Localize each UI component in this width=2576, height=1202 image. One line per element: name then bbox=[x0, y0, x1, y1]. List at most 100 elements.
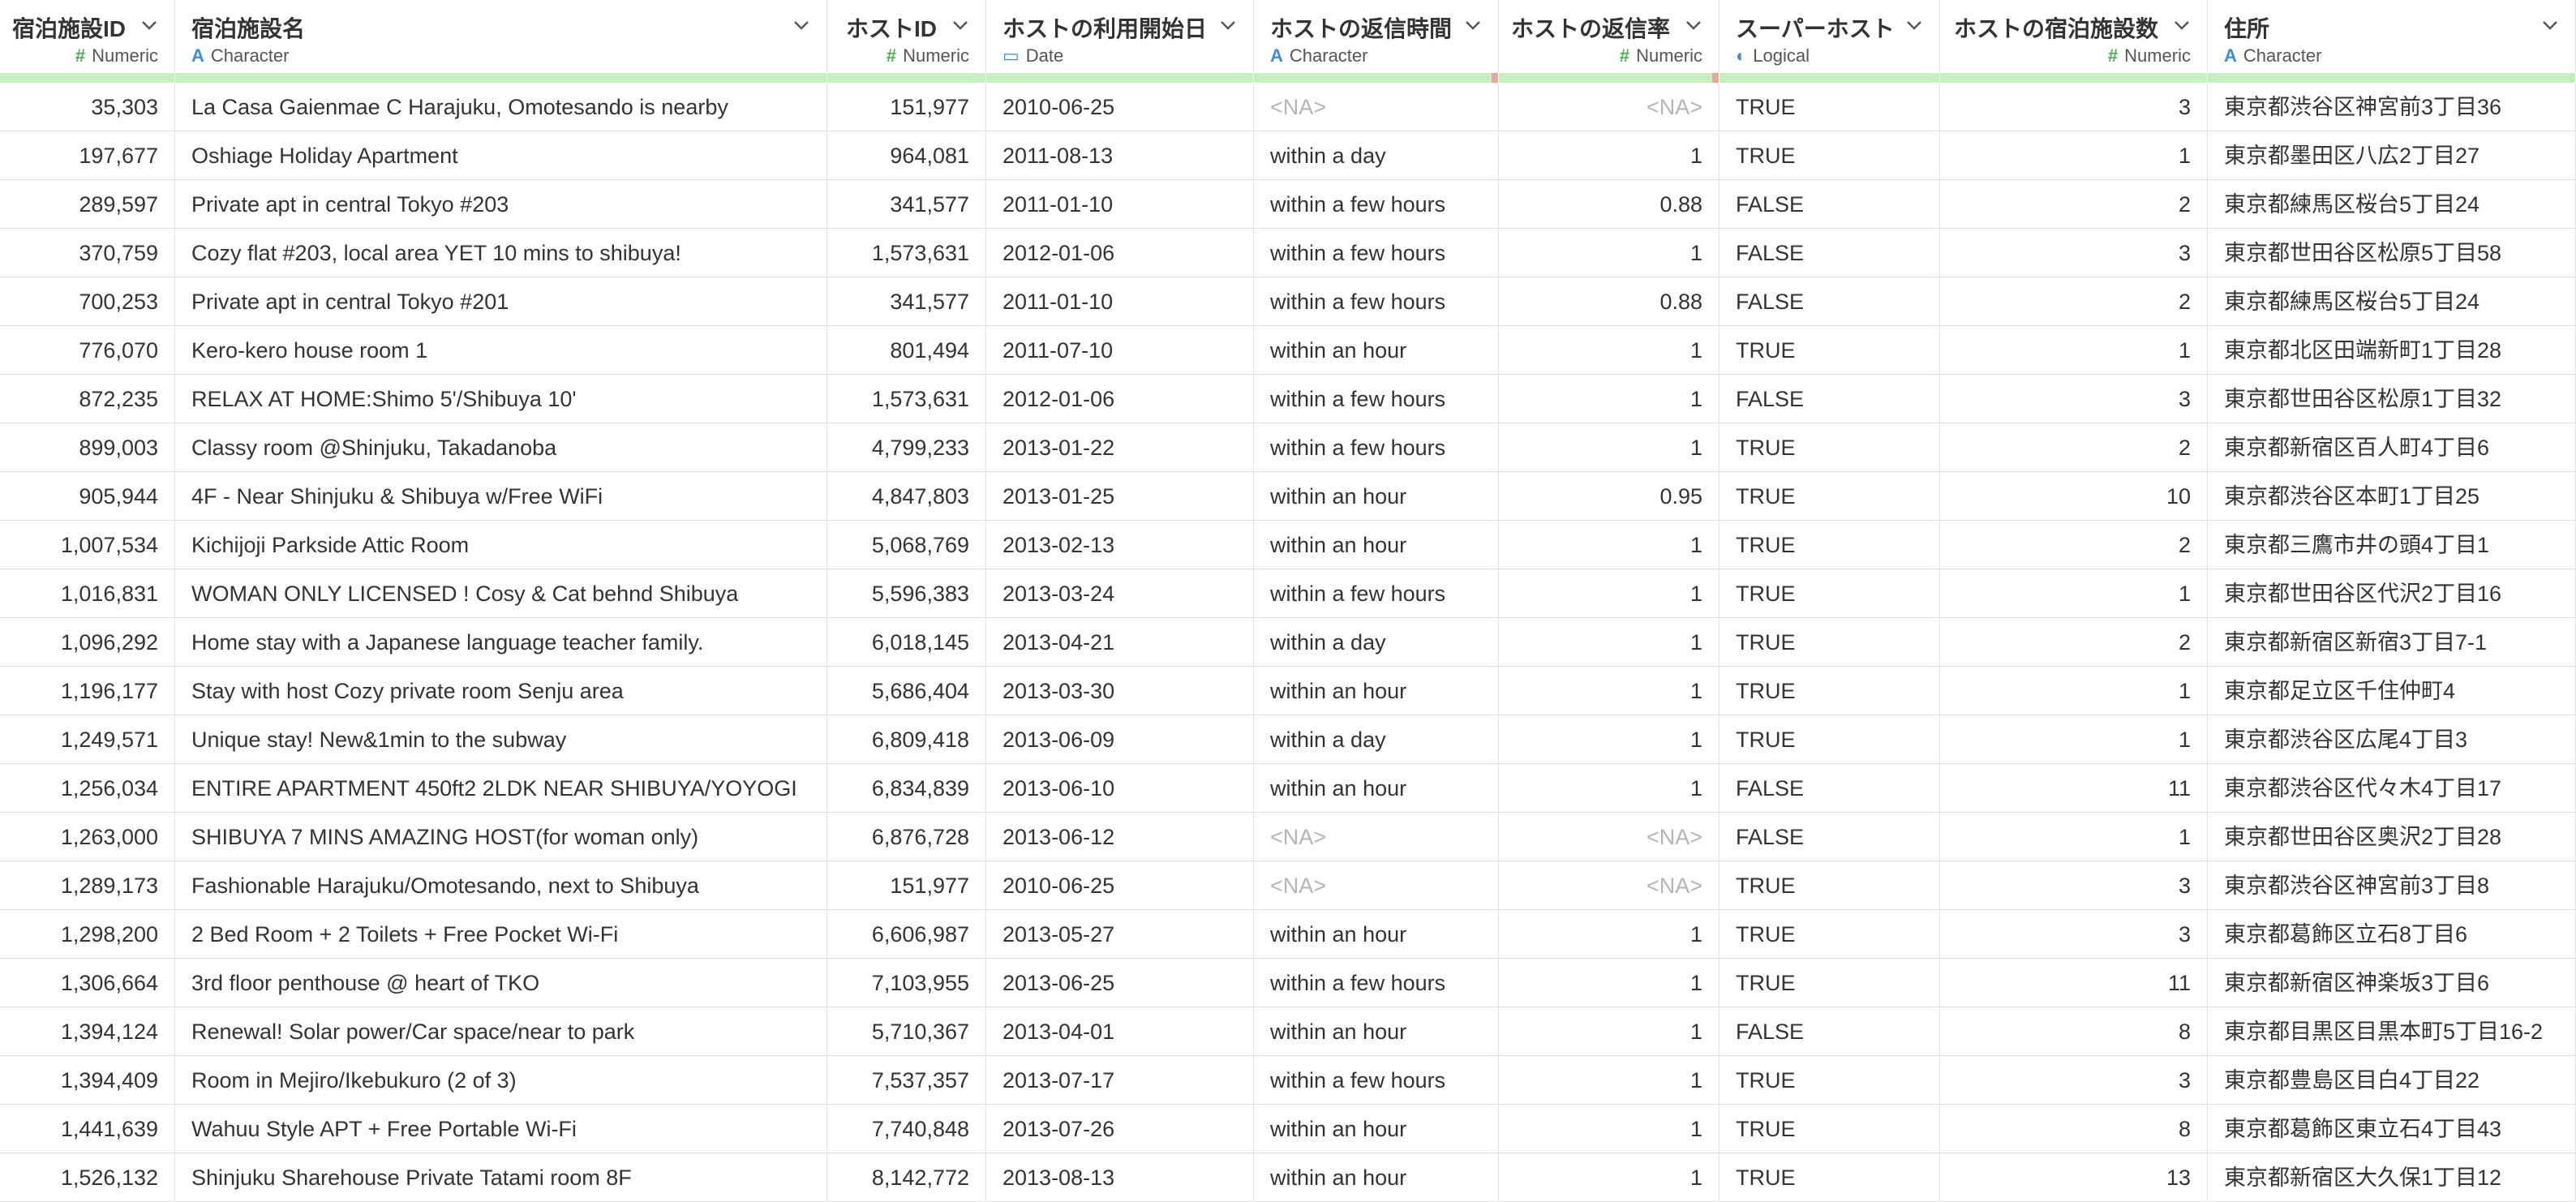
table-cell[interactable]: 東京都豊島区目白4丁目22 bbox=[2208, 1056, 2576, 1105]
table-cell[interactable]: 東京都世田谷区松原5丁目58 bbox=[2208, 229, 2576, 277]
table-cell[interactable]: 2013-01-25 bbox=[986, 472, 1254, 521]
table-cell[interactable]: 1,573,631 bbox=[827, 375, 986, 423]
table-cell[interactable]: 1 bbox=[1940, 715, 2208, 764]
table-cell[interactable]: 197,677 bbox=[0, 131, 175, 180]
table-cell[interactable]: 2 bbox=[1940, 277, 2208, 326]
table-cell[interactable]: 4,799,233 bbox=[827, 423, 986, 472]
table-cell[interactable]: 2011-07-10 bbox=[986, 326, 1254, 375]
table-cell[interactable]: 東京都三鷹市井の頭4丁目1 bbox=[2208, 521, 2576, 569]
table-cell[interactable]: 151,977 bbox=[827, 861, 986, 910]
table-cell[interactable]: 3rd floor penthouse @ heart of TKO bbox=[175, 959, 827, 1007]
table-cell[interactable]: 151,977 bbox=[827, 83, 986, 131]
table-cell[interactable]: 東京都葛飾区立石8丁目6 bbox=[2208, 910, 2576, 959]
table-cell[interactable]: 1 bbox=[1499, 910, 1719, 959]
table-cell[interactable]: TRUE bbox=[1719, 861, 1940, 910]
table-cell[interactable]: 6,809,418 bbox=[827, 715, 986, 764]
table-cell[interactable]: FALSE bbox=[1719, 764, 1940, 813]
table-cell[interactable]: within an hour bbox=[1254, 1153, 1499, 1202]
table-cell[interactable]: Kero-kero house room 1 bbox=[175, 326, 827, 375]
table-cell[interactable]: 2 Bed Room + 2 Toilets + Free Pocket Wi-… bbox=[175, 910, 827, 959]
table-cell[interactable]: 7,537,357 bbox=[827, 1056, 986, 1105]
table-cell[interactable]: 1 bbox=[1499, 423, 1719, 472]
table-cell[interactable]: Classy room @Shinjuku, Takadanoba bbox=[175, 423, 827, 472]
table-cell[interactable]: 4,847,803 bbox=[827, 472, 986, 521]
table-row[interactable]: 1,441,639 Wahuu Style APT + Free Portable… bbox=[0, 1105, 2576, 1153]
table-cell[interactable]: 1,289,173 bbox=[0, 861, 175, 910]
column-header[interactable]: 住所 A Character bbox=[2208, 0, 2576, 73]
table-cell[interactable]: FALSE bbox=[1719, 229, 1940, 277]
table-cell[interactable]: 東京都目黒区目黒本町5丁目16-2 bbox=[2208, 1007, 2576, 1056]
table-cell[interactable]: 905,944 bbox=[0, 472, 175, 521]
table-cell[interactable]: 1 bbox=[1940, 813, 2208, 861]
table-cell[interactable]: 11 bbox=[1940, 959, 2208, 1007]
table-cell[interactable]: 13 bbox=[1940, 1153, 2208, 1202]
table-cell[interactable]: 東京都足立区千住仲町4 bbox=[2208, 667, 2576, 715]
table-cell[interactable]: 東京都渋谷区広尾4丁目3 bbox=[2208, 715, 2576, 764]
table-cell[interactable]: 3 bbox=[1940, 83, 2208, 131]
table-cell[interactable]: Home stay with a Japanese language teach… bbox=[175, 618, 827, 667]
table-cell[interactable]: 2013-06-10 bbox=[986, 764, 1254, 813]
table-cell[interactable]: within an hour bbox=[1254, 667, 1499, 715]
table-row[interactable]: 1,298,200 2 Bed Room + 2 Toilets + Free P… bbox=[0, 910, 2576, 959]
table-cell[interactable]: 2011-01-10 bbox=[986, 277, 1254, 326]
table-cell[interactable]: TRUE bbox=[1719, 83, 1940, 131]
table-cell[interactable]: 1,263,000 bbox=[0, 813, 175, 861]
chevron-down-icon[interactable] bbox=[2168, 13, 2196, 37]
table-cell[interactable]: within a few hours bbox=[1254, 375, 1499, 423]
table-row[interactable]: 1,249,571 Unique stay! New&1min to the su… bbox=[0, 715, 2576, 764]
table-cell[interactable]: Fashionable Harajuku/Omotesando, next to… bbox=[175, 861, 827, 910]
table-cell[interactable]: 341,577 bbox=[827, 277, 986, 326]
chevron-down-icon[interactable] bbox=[1459, 13, 1487, 37]
table-cell[interactable]: 東京都練馬区桜台5丁目24 bbox=[2208, 277, 2576, 326]
table-row[interactable]: 872,235 RELAX AT HOME:Shimo 5'/Shibuya 10… bbox=[0, 375, 2576, 423]
table-row[interactable]: 1,016,831 WOMAN ONLY LICENSED ! Cosy & Ca… bbox=[0, 569, 2576, 618]
table-cell[interactable]: 8 bbox=[1940, 1007, 2208, 1056]
table-cell[interactable]: 2013-06-12 bbox=[986, 813, 1254, 861]
chevron-down-icon[interactable] bbox=[947, 13, 974, 37]
table-cell[interactable]: 0.95 bbox=[1499, 472, 1719, 521]
table-cell[interactable]: 2013-07-17 bbox=[986, 1056, 1254, 1105]
table-cell[interactable]: Stay with host Cozy private room Senju a… bbox=[175, 667, 827, 715]
table-cell[interactable]: 3 bbox=[1940, 910, 2208, 959]
table-row[interactable]: 289,597 Private apt in central Tokyo #203… bbox=[0, 180, 2576, 229]
table-cell[interactable]: 1 bbox=[1499, 229, 1719, 277]
table-cell[interactable]: 6,018,145 bbox=[827, 618, 986, 667]
table-cell[interactable]: Cozy flat #203, local area YET 10 mins t… bbox=[175, 229, 827, 277]
table-cell[interactable]: Private apt in central Tokyo #201 bbox=[175, 277, 827, 326]
table-cell[interactable]: 東京都新宿区神楽坂3丁目6 bbox=[2208, 959, 2576, 1007]
table-cell[interactable]: <NA> bbox=[1499, 83, 1719, 131]
table-cell[interactable]: within a few hours bbox=[1254, 959, 1499, 1007]
table-cell[interactable]: 1,526,132 bbox=[0, 1153, 175, 1202]
table-row[interactable]: 35,303 La Casa Gaienmae C Harajuku, Omote… bbox=[0, 83, 2576, 131]
table-cell[interactable]: within an hour bbox=[1254, 326, 1499, 375]
table-cell[interactable]: 6,876,728 bbox=[827, 813, 986, 861]
table-row[interactable]: 1,394,409 Room in Mejiro/Ikebukuro (2 of … bbox=[0, 1056, 2576, 1105]
table-cell[interactable]: 10 bbox=[1940, 472, 2208, 521]
table-cell[interactable]: FALSE bbox=[1719, 813, 1940, 861]
column-header[interactable]: ホストの返信時間 A Character bbox=[1254, 0, 1499, 73]
table-cell[interactable]: 1,256,034 bbox=[0, 764, 175, 813]
table-cell[interactable]: 11 bbox=[1940, 764, 2208, 813]
table-row[interactable]: 197,677 Oshiage Holiday Apartment 964,081 2… bbox=[0, 131, 2576, 180]
table-cell[interactable]: 1 bbox=[1499, 764, 1719, 813]
table-cell[interactable]: 5,686,404 bbox=[827, 667, 986, 715]
table-cell[interactable]: FALSE bbox=[1719, 375, 1940, 423]
table-cell[interactable]: 6,606,987 bbox=[827, 910, 986, 959]
table-cell[interactable]: 1,096,292 bbox=[0, 618, 175, 667]
table-cell[interactable]: TRUE bbox=[1719, 521, 1940, 569]
table-cell[interactable]: 2013-05-27 bbox=[986, 910, 1254, 959]
table-cell[interactable]: 東京都新宿区新宿3丁目7-1 bbox=[2208, 618, 2576, 667]
table-cell[interactable]: 370,759 bbox=[0, 229, 175, 277]
table-cell[interactable]: 2013-08-13 bbox=[986, 1153, 1254, 1202]
table-cell[interactable]: TRUE bbox=[1719, 959, 1940, 1007]
table-cell[interactable]: TRUE bbox=[1719, 472, 1940, 521]
table-cell[interactable]: 1 bbox=[1940, 131, 2208, 180]
table-cell[interactable]: 2 bbox=[1940, 180, 2208, 229]
table-cell[interactable]: Renewal! Solar power/Car space/near to p… bbox=[175, 1007, 827, 1056]
table-cell[interactable]: TRUE bbox=[1719, 1153, 1940, 1202]
table-cell[interactable]: SHIBUYA 7 MINS AMAZING HOST(for woman on… bbox=[175, 813, 827, 861]
table-cell[interactable]: 2011-01-10 bbox=[986, 180, 1254, 229]
table-cell[interactable]: 1 bbox=[1499, 131, 1719, 180]
table-row[interactable]: 905,944 4F - Near Shinjuku & Shibuya w/Fr… bbox=[0, 472, 2576, 521]
table-cell[interactable]: 7,740,848 bbox=[827, 1105, 986, 1153]
